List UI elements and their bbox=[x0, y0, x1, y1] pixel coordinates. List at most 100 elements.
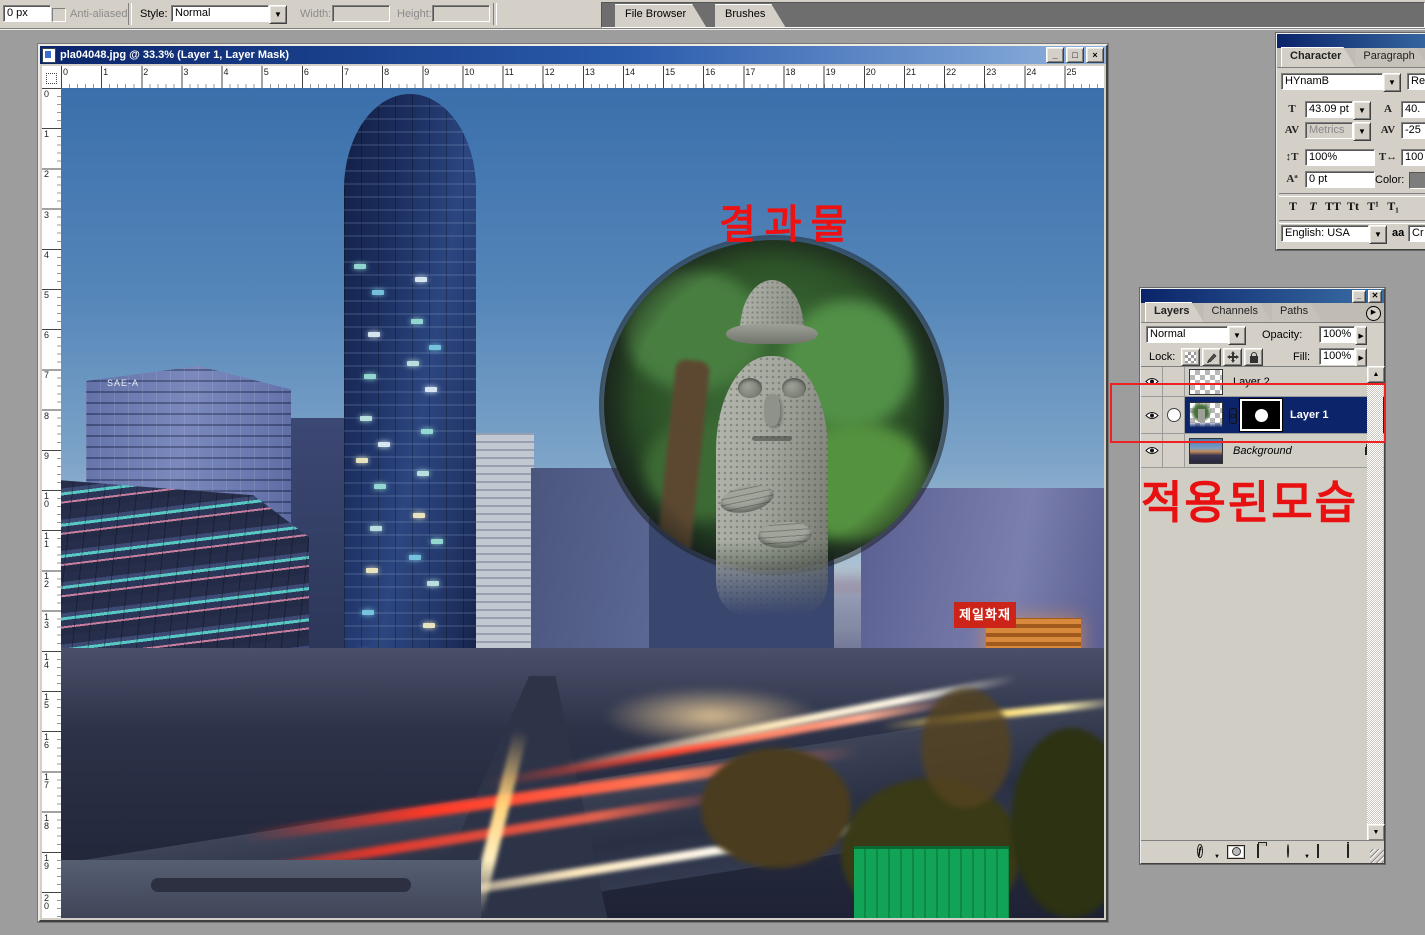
leading-value[interactable]: 40. bbox=[1401, 101, 1425, 118]
faux-style-button[interactable]: T bbox=[1283, 199, 1303, 214]
font-size-icon: T bbox=[1281, 103, 1303, 115]
tab-channels[interactable]: Channels bbox=[1203, 303, 1271, 322]
vertical-scale-icon: ↕T bbox=[1281, 151, 1303, 163]
height-input[interactable] bbox=[432, 5, 490, 22]
fill-value[interactable]: 100% bbox=[1319, 348, 1355, 365]
minimize-button[interactable]: _ bbox=[1046, 47, 1064, 63]
chevron-down-icon[interactable]: ▼ bbox=[1228, 326, 1246, 345]
ruler-number: 14 bbox=[44, 653, 51, 669]
tab-paragraph[interactable]: Paragraph bbox=[1355, 48, 1425, 67]
style-dropdown[interactable]: Normal ▼ bbox=[171, 5, 287, 24]
layers-palette-title-bar[interactable]: _ ✕ bbox=[1141, 289, 1384, 303]
font-family-value[interactable]: HYnamB bbox=[1281, 73, 1383, 90]
lit-window bbox=[362, 610, 374, 615]
resize-grip[interactable] bbox=[1370, 849, 1384, 863]
delete-layer-button[interactable] bbox=[1347, 845, 1365, 860]
adjustment-layer-button[interactable]: ▼ bbox=[1287, 845, 1305, 860]
applied-annotation-text: 적용된모습 bbox=[1141, 466, 1358, 531]
chevron-down-icon[interactable]: ▼ bbox=[1383, 73, 1401, 92]
photo-trees bbox=[701, 748, 851, 868]
opacity-label: Opacity: bbox=[1262, 329, 1302, 341]
kerning-value[interactable]: Metrics bbox=[1305, 122, 1353, 139]
palette-menu-icon[interactable]: ▶ bbox=[1366, 306, 1381, 321]
tab-layers[interactable]: Layers bbox=[1145, 302, 1203, 322]
vertical-scale-value[interactable]: 100% bbox=[1305, 149, 1375, 166]
lit-window bbox=[360, 416, 372, 421]
anti-alias-value[interactable]: Cr bbox=[1408, 225, 1425, 242]
character-palette: Character Paragraph HYnamB ▼ Regu T 43.0… bbox=[1276, 33, 1425, 250]
lock-all-button[interactable] bbox=[1244, 348, 1263, 366]
font-family-dropdown[interactable]: HYnamB ▼ bbox=[1281, 73, 1401, 92]
new-group-button[interactable] bbox=[1257, 845, 1275, 860]
slider-arrow-icon[interactable]: ▶ bbox=[1355, 326, 1367, 345]
ruler-number: 25 bbox=[1067, 67, 1077, 77]
feather-px-input[interactable]: 0 px bbox=[3, 5, 51, 22]
layer-name[interactable]: Background bbox=[1233, 445, 1292, 457]
ruler-number: 19 bbox=[826, 67, 836, 77]
lock-position-button[interactable] bbox=[1223, 348, 1242, 366]
text-color-swatch[interactable] bbox=[1409, 172, 1425, 189]
ruler-number: 22 bbox=[946, 67, 956, 77]
blend-mode-dropdown[interactable]: Normal ▼ bbox=[1146, 326, 1246, 345]
close-icon[interactable]: ✕ bbox=[1368, 290, 1382, 303]
tracking-icon: AV bbox=[1377, 124, 1399, 136]
ruler-number: 14 bbox=[625, 67, 635, 77]
h-ruler[interactable]: 0123456789101112131415161718192021222324… bbox=[61, 66, 1104, 89]
chevron-down-icon[interactable]: ▼ bbox=[1369, 225, 1387, 244]
chevron-down-icon[interactable]: ▼ bbox=[1353, 101, 1371, 120]
lock-pixels-button[interactable] bbox=[1202, 348, 1221, 366]
opacity-value[interactable]: 100% bbox=[1319, 326, 1355, 343]
blend-mode-value[interactable]: Normal bbox=[1146, 326, 1228, 343]
faux-style-button[interactable]: Tt bbox=[1343, 199, 1363, 214]
opacity-control[interactable]: 100% ▶ bbox=[1319, 326, 1367, 345]
lock-transparency-button[interactable] bbox=[1181, 348, 1200, 366]
layer-style-button[interactable]: f▼ bbox=[1197, 845, 1215, 860]
slider-arrow-icon[interactable]: ▶ bbox=[1355, 348, 1367, 367]
font-size-value[interactable]: 43.09 pt bbox=[1305, 101, 1353, 118]
tab-character[interactable]: Character bbox=[1281, 47, 1355, 67]
ruler-origin-box[interactable] bbox=[42, 66, 62, 89]
faux-style-button[interactable]: T bbox=[1303, 199, 1323, 214]
tab-paths[interactable]: Paths bbox=[1272, 303, 1322, 322]
minimize-button[interactable]: _ bbox=[1352, 290, 1366, 303]
lit-window bbox=[372, 290, 384, 295]
scroll-up-icon[interactable]: ▲ bbox=[1367, 366, 1385, 383]
faux-style-button[interactable]: T¹ bbox=[1363, 199, 1383, 214]
ruler-number: 16 bbox=[705, 67, 715, 77]
ruler-number: 3 bbox=[183, 67, 188, 77]
kerning-dropdown[interactable]: Metrics ▼ bbox=[1305, 122, 1371, 141]
language-value[interactable]: English: USA bbox=[1281, 225, 1369, 242]
chevron-down-icon[interactable]: ▼ bbox=[1353, 122, 1371, 141]
ruler-number: 20 bbox=[866, 67, 876, 77]
style-dropdown-value[interactable]: Normal bbox=[171, 5, 269, 22]
canvas[interactable]: SAE-A bbox=[61, 88, 1104, 918]
lock-label: Lock: bbox=[1149, 351, 1175, 363]
faux-style-button[interactable]: T₁ bbox=[1383, 199, 1403, 214]
width-input[interactable] bbox=[332, 5, 390, 22]
ruler-number: 5 bbox=[264, 67, 269, 77]
font-size-dropdown[interactable]: 43.09 pt ▼ bbox=[1305, 101, 1371, 120]
add-layer-mask-button[interactable] bbox=[1227, 845, 1245, 860]
language-dropdown[interactable]: English: USA ▼ bbox=[1281, 225, 1387, 244]
character-palette-title-bar[interactable] bbox=[1277, 34, 1425, 48]
lit-window bbox=[421, 429, 433, 434]
ruler-number: 9 bbox=[44, 452, 51, 460]
v-ruler[interactable]: 01234567891011121314151617181920 bbox=[42, 88, 62, 918]
chevron-down-icon[interactable]: ▼ bbox=[269, 5, 287, 24]
faux-style-button[interactable]: TT bbox=[1323, 199, 1343, 214]
new-layer-button[interactable] bbox=[1317, 845, 1335, 860]
font-style-value[interactable]: Regu bbox=[1407, 73, 1425, 90]
anti-aliased-checkbox[interactable] bbox=[52, 8, 66, 22]
tab-brushes[interactable]: Brushes bbox=[715, 4, 785, 27]
horizontal-scale-value[interactable]: 100 bbox=[1401, 149, 1425, 166]
document-title-bar[interactable]: pla04048.jpg @ 33.3% (Layer 1, Layer Mas… bbox=[40, 46, 1106, 64]
tracking-value[interactable]: -25 bbox=[1401, 122, 1425, 139]
tab-file-browser[interactable]: File Browser bbox=[615, 4, 706, 27]
baseline-shift-value[interactable]: 0 pt bbox=[1305, 171, 1375, 188]
scroll-down-icon[interactable]: ▼ bbox=[1367, 824, 1385, 841]
close-button[interactable]: × bbox=[1086, 47, 1104, 63]
fill-control[interactable]: 100% ▶ bbox=[1319, 348, 1367, 367]
anti-alias-icon: aa bbox=[1392, 227, 1404, 239]
maximize-button[interactable]: □ bbox=[1066, 47, 1084, 63]
baseline-shift-icon: Aª bbox=[1281, 173, 1303, 185]
